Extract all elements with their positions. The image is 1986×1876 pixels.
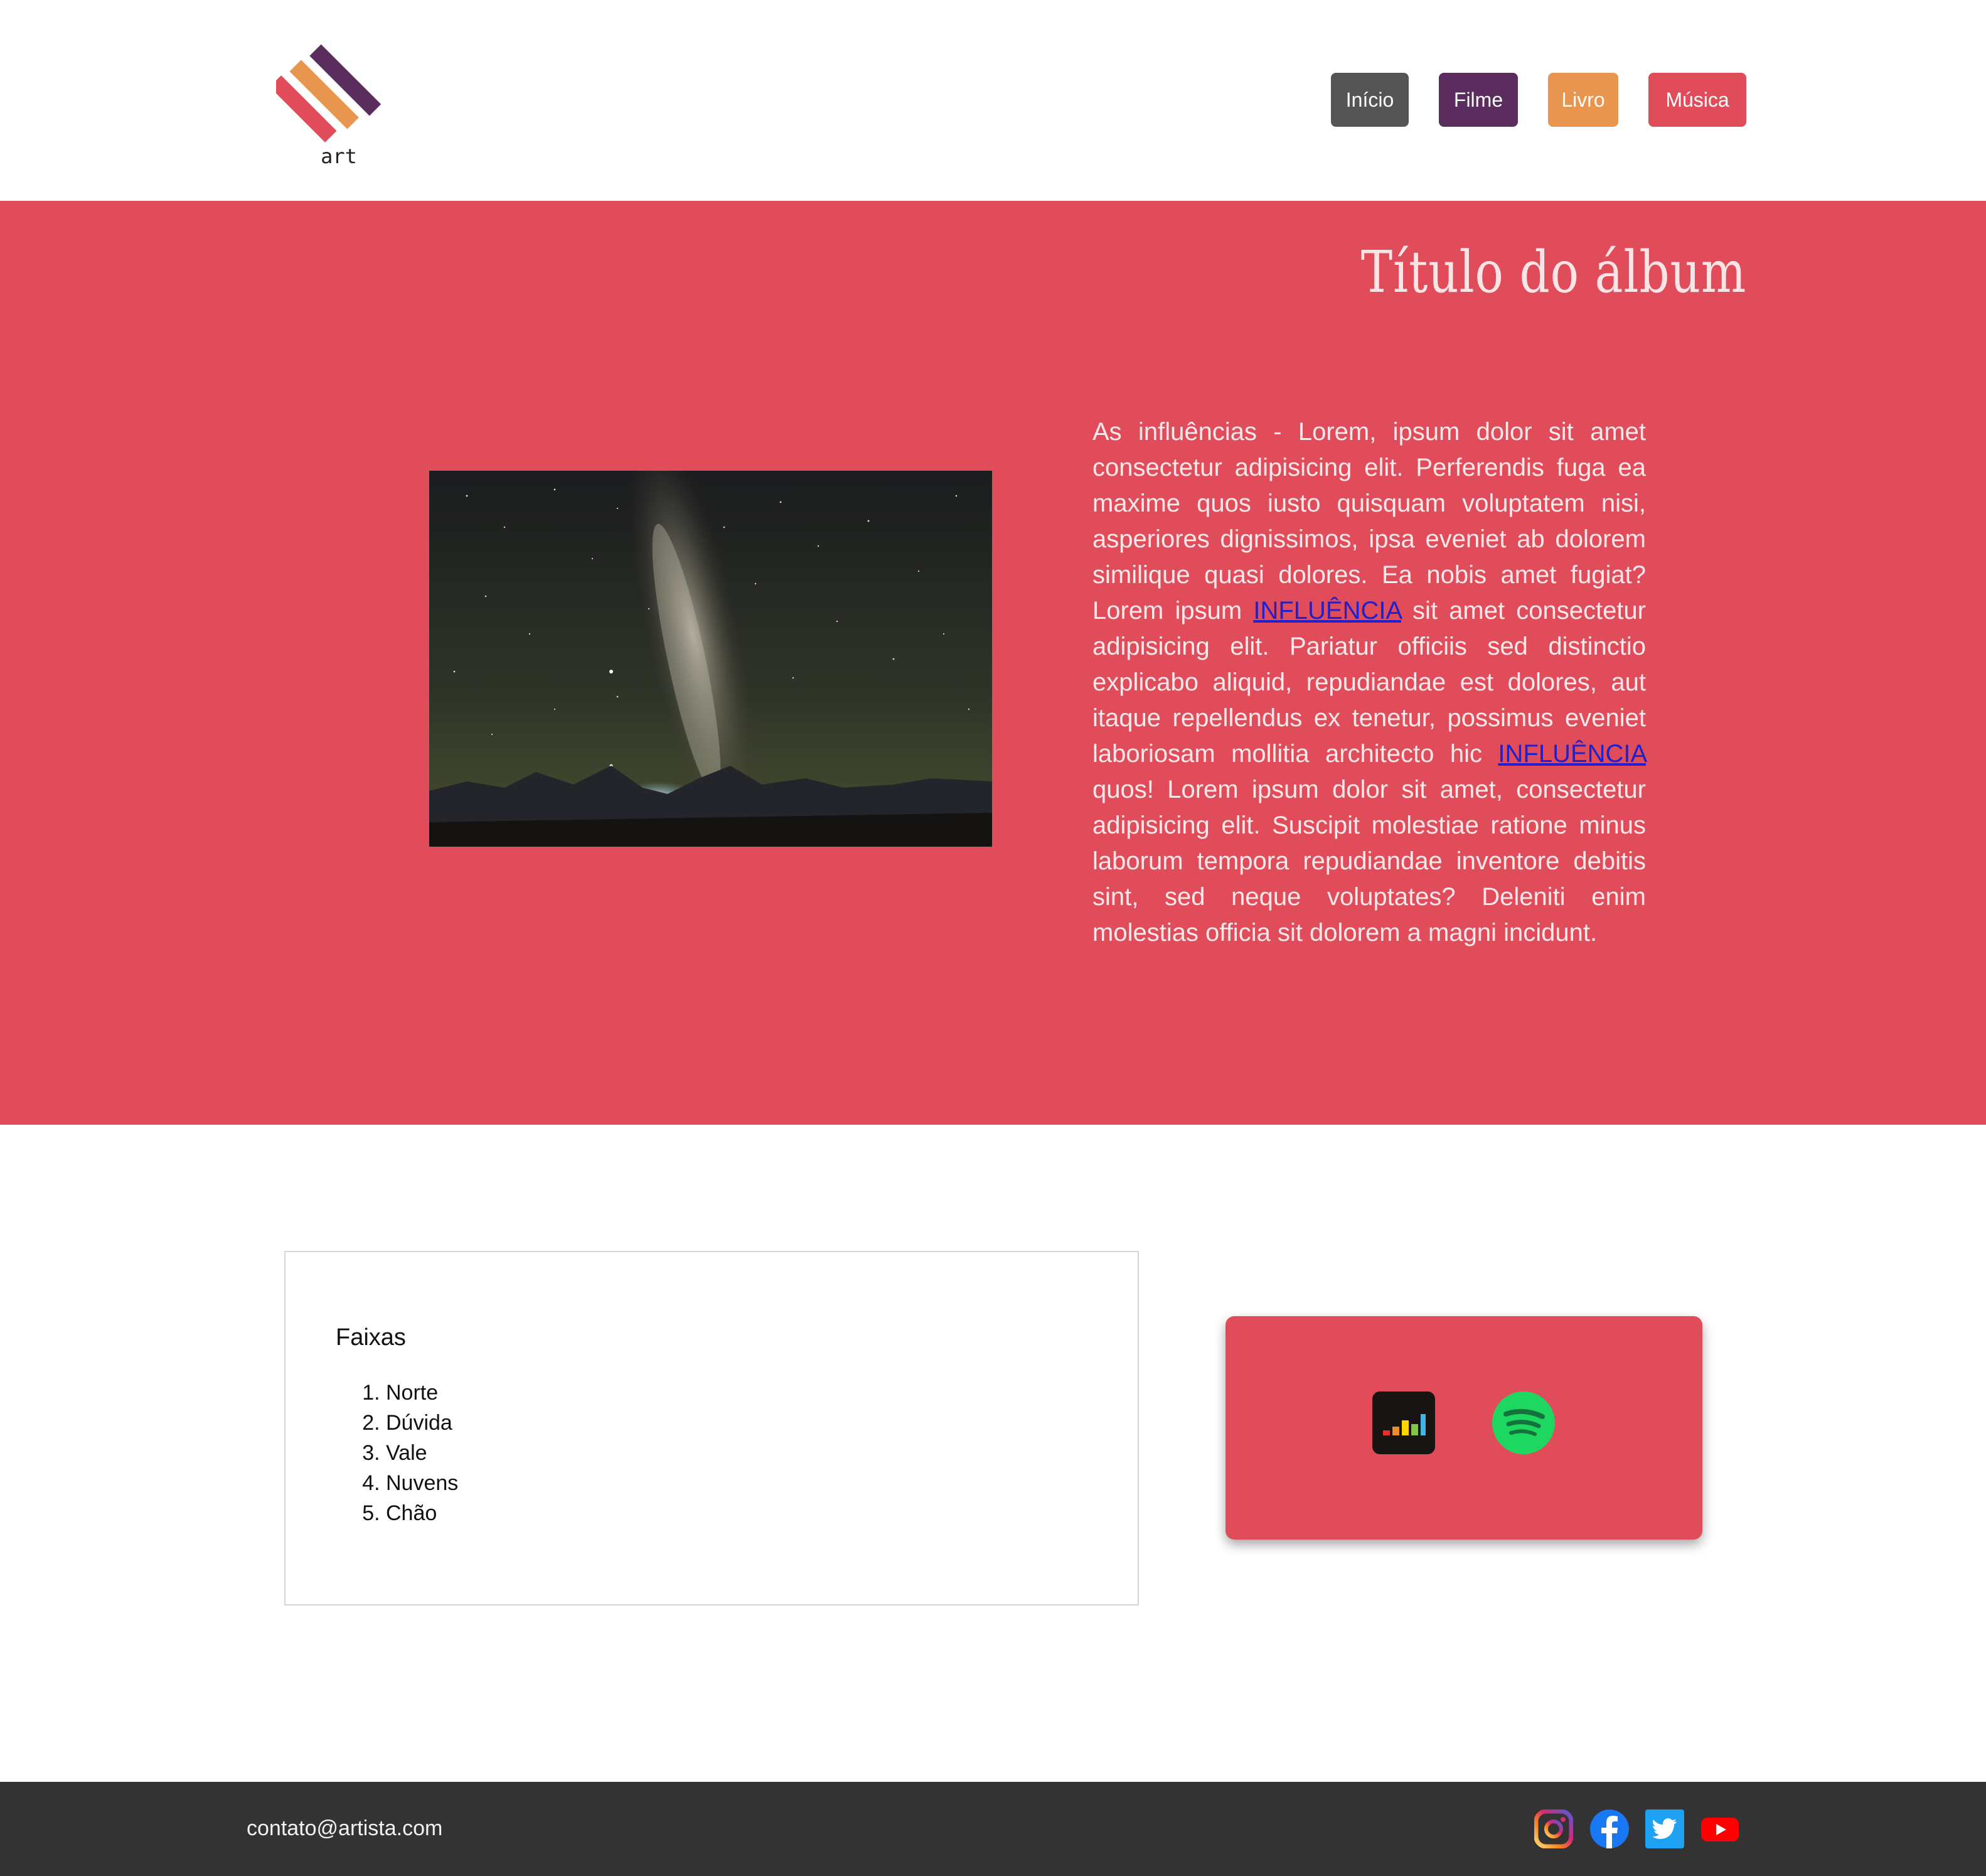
description-text-1: As influências - Lorem, ipsum dolor sit …	[1092, 418, 1646, 624]
album-title: Título do álbum	[1360, 239, 1746, 306]
track-item: Nuvens	[386, 1468, 458, 1498]
site-header: art Início Filme Livro Música	[0, 0, 1986, 201]
tracks-list: Norte Dúvida Vale Nuvens Chão	[336, 1378, 458, 1528]
contact-email[interactable]: contato@artista.com	[247, 1816, 442, 1841]
nav-filme-button[interactable]: Filme	[1439, 73, 1518, 127]
influencia-link-1[interactable]: INFLUÊNCIA	[1253, 597, 1401, 624]
album-cover-image	[429, 471, 992, 847]
twitter-icon[interactable]	[1645, 1809, 1684, 1848]
deezer-icon[interactable]	[1372, 1391, 1435, 1454]
logo-stripes-icon	[269, 44, 382, 142]
facebook-icon[interactable]	[1590, 1809, 1629, 1848]
track-item: Chão	[386, 1498, 458, 1528]
site-footer: contato@artista.com	[0, 1782, 1986, 1876]
nav-inicio-button[interactable]: Início	[1331, 73, 1409, 127]
track-item: Dúvida	[386, 1408, 458, 1438]
spotify-icon[interactable]	[1492, 1391, 1555, 1454]
tracks-title: Faixas	[336, 1324, 406, 1351]
tracks-card: Faixas Norte Dúvida Vale Nuvens Chão	[284, 1251, 1139, 1605]
logo-text: art	[321, 144, 357, 168]
description-text-3: quos! Lorem ipsum dolor sit amet, consec…	[1092, 776, 1646, 946]
track-item: Vale	[386, 1438, 458, 1468]
album-description: As influências - Lorem, ipsum dolor sit …	[1092, 414, 1646, 951]
site-logo[interactable]: art	[269, 19, 402, 176]
track-item: Norte	[386, 1378, 458, 1408]
album-hero: Título do álbum As influências - Lorem, …	[0, 201, 1986, 1125]
nav-musica-button[interactable]: Música	[1648, 73, 1746, 127]
youtube-icon[interactable]	[1700, 1809, 1739, 1848]
main-nav: Início Filme Livro Música	[1331, 73, 1746, 127]
streaming-card	[1225, 1316, 1702, 1540]
nav-livro-button[interactable]: Livro	[1548, 73, 1618, 127]
influencia-link-2[interactable]: INFLUÊNCIA	[1498, 740, 1646, 768]
instagram-icon[interactable]	[1534, 1809, 1574, 1849]
